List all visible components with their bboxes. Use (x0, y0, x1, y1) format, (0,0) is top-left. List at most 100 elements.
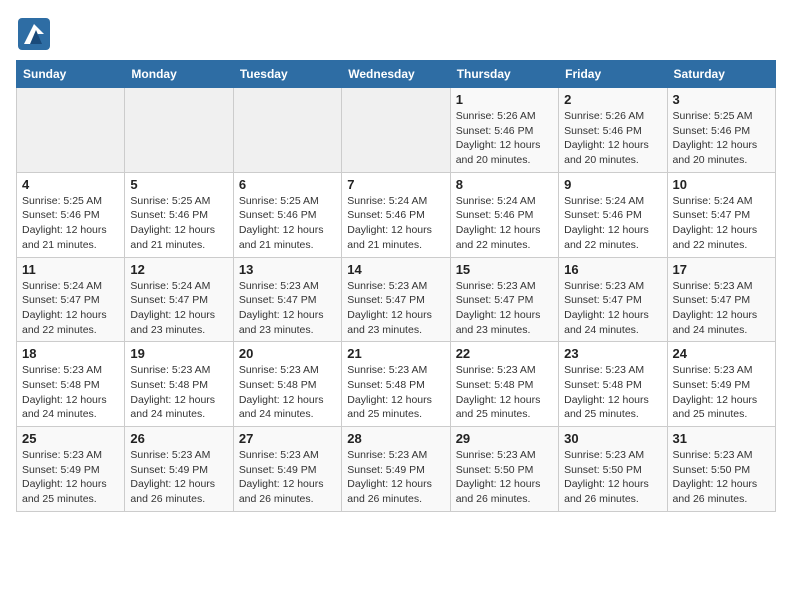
day-info: Sunrise: 5:24 AMSunset: 5:46 PMDaylight:… (564, 194, 661, 253)
day-info: Sunrise: 5:26 AMSunset: 5:46 PMDaylight:… (456, 109, 553, 168)
day-number: 10 (673, 177, 770, 192)
calendar-cell: 9 Sunrise: 5:24 AMSunset: 5:46 PMDaylight… (559, 172, 667, 257)
calendar-cell: 29Sunrise: 5:23 AMSunset: 5:50 PMDayligh… (450, 427, 558, 512)
day-info: Sunrise: 5:23 AMSunset: 5:48 PMDaylight:… (239, 363, 336, 422)
day-info: Sunrise: 5:23 AMSunset: 5:47 PMDaylight:… (564, 279, 661, 338)
calendar-cell (342, 88, 450, 173)
day-info: Sunrise: 5:23 AMSunset: 5:50 PMDaylight:… (456, 448, 553, 507)
day-info: Sunrise: 5:23 AMSunset: 5:49 PMDaylight:… (239, 448, 336, 507)
day-info: Sunrise: 5:25 AMSunset: 5:46 PMDaylight:… (22, 194, 119, 253)
day-info: Sunrise: 5:25 AMSunset: 5:46 PMDaylight:… (130, 194, 227, 253)
day-number: 25 (22, 431, 119, 446)
day-number: 7 (347, 177, 444, 192)
calendar-cell (233, 88, 341, 173)
calendar-cell: 25 Sunrise: 5:23 AMSunset: 5:49 PMDayligh… (17, 427, 125, 512)
calendar-cell: 31 Sunrise: 5:23 AMSunset: 5:50 PMDayligh… (667, 427, 775, 512)
calendar-cell (125, 88, 233, 173)
day-info: Sunrise: 5:23 AMSunset: 5:49 PMDaylight:… (22, 448, 119, 507)
day-info: Sunrise: 5:25 AMSunset: 5:46 PMDaylight:… (673, 109, 770, 168)
calendar-cell: 5 Sunrise: 5:25 AMSunset: 5:46 PMDaylight… (125, 172, 233, 257)
day-number: 8 (456, 177, 553, 192)
day-info: Sunrise: 5:23 AMSunset: 5:47 PMDaylight:… (347, 279, 444, 338)
day-info: Sunrise: 5:23 AMSunset: 5:48 PMDaylight:… (347, 363, 444, 422)
calendar-table: SundayMondayTuesdayWednesdayThursdayFrid… (16, 60, 776, 512)
day-info: Sunrise: 5:23 AMSunset: 5:50 PMDaylight:… (673, 448, 770, 507)
calendar-cell: 13 Sunrise: 5:23 AMSunset: 5:47 PMDayligh… (233, 257, 341, 342)
day-info: Sunrise: 5:24 AMSunset: 5:47 PMDaylight:… (22, 279, 119, 338)
calendar-cell: 1 Sunrise: 5:26 AMSunset: 5:46 PMDaylight… (450, 88, 558, 173)
day-info: Sunrise: 5:26 AMSunset: 5:46 PMDaylight:… (564, 109, 661, 168)
day-info: Sunrise: 5:23 AMSunset: 5:47 PMDaylight:… (673, 279, 770, 338)
day-number: 5 (130, 177, 227, 192)
calendar-cell: 21Sunrise: 5:23 AMSunset: 5:48 PMDayligh… (342, 342, 450, 427)
day-info: Sunrise: 5:23 AMSunset: 5:48 PMDaylight:… (130, 363, 227, 422)
day-number: 22 (456, 346, 553, 361)
day-number: 18 (22, 346, 119, 361)
logo (16, 16, 56, 52)
day-info: Sunrise: 5:24 AMSunset: 5:47 PMDaylight:… (673, 194, 770, 253)
day-info: Sunrise: 5:24 AMSunset: 5:46 PMDaylight:… (347, 194, 444, 253)
calendar-cell: 2 Sunrise: 5:26 AMSunset: 5:46 PMDaylight… (559, 88, 667, 173)
calendar-week-3: 11 Sunrise: 5:24 AMSunset: 5:47 PMDayligh… (17, 257, 776, 342)
calendar-cell (17, 88, 125, 173)
header-wednesday: Wednesday (342, 61, 450, 88)
calendar-cell: 27 Sunrise: 5:23 AMSunset: 5:49 PMDayligh… (233, 427, 341, 512)
calendar-header-row: SundayMondayTuesdayWednesdayThursdayFrid… (17, 61, 776, 88)
day-number: 9 (564, 177, 661, 192)
calendar-cell: 7 Sunrise: 5:24 AMSunset: 5:46 PMDaylight… (342, 172, 450, 257)
day-number: 26 (130, 431, 227, 446)
day-info: Sunrise: 5:23 AMSunset: 5:50 PMDaylight:… (564, 448, 661, 507)
day-number: 15 (456, 262, 553, 277)
day-number: 31 (673, 431, 770, 446)
header-sunday: Sunday (17, 61, 125, 88)
header-thursday: Thursday (450, 61, 558, 88)
day-number: 11 (22, 262, 119, 277)
day-number: 12 (130, 262, 227, 277)
day-number: 14 (347, 262, 444, 277)
day-number: 27 (239, 431, 336, 446)
day-info: Sunrise: 5:23 AMSunset: 5:48 PMDaylight:… (564, 363, 661, 422)
day-info: Sunrise: 5:24 AMSunset: 5:47 PMDaylight:… (130, 279, 227, 338)
day-info: Sunrise: 5:23 AMSunset: 5:48 PMDaylight:… (456, 363, 553, 422)
calendar-cell: 20Sunrise: 5:23 AMSunset: 5:48 PMDayligh… (233, 342, 341, 427)
day-number: 1 (456, 92, 553, 107)
day-number: 13 (239, 262, 336, 277)
header-monday: Monday (125, 61, 233, 88)
day-info: Sunrise: 5:25 AMSunset: 5:46 PMDaylight:… (239, 194, 336, 253)
logo-icon (16, 16, 52, 52)
header-friday: Friday (559, 61, 667, 88)
calendar-cell: 26 Sunrise: 5:23 AMSunset: 5:49 PMDayligh… (125, 427, 233, 512)
calendar-week-1: 1 Sunrise: 5:26 AMSunset: 5:46 PMDaylight… (17, 88, 776, 173)
calendar-cell: 12 Sunrise: 5:24 AMSunset: 5:47 PMDayligh… (125, 257, 233, 342)
day-info: Sunrise: 5:23 AMSunset: 5:49 PMDaylight:… (673, 363, 770, 422)
calendar-cell: 16 Sunrise: 5:23 AMSunset: 5:47 PMDayligh… (559, 257, 667, 342)
day-number: 6 (239, 177, 336, 192)
calendar-week-2: 4Sunrise: 5:25 AMSunset: 5:46 PMDaylight… (17, 172, 776, 257)
day-number: 2 (564, 92, 661, 107)
calendar-cell: 15 Sunrise: 5:23 AMSunset: 5:47 PMDayligh… (450, 257, 558, 342)
calendar-cell: 6 Sunrise: 5:25 AMSunset: 5:46 PMDaylight… (233, 172, 341, 257)
day-number: 17 (673, 262, 770, 277)
day-number: 19 (130, 346, 227, 361)
calendar-cell: 24 Sunrise: 5:23 AMSunset: 5:49 PMDayligh… (667, 342, 775, 427)
calendar-week-4: 18 Sunrise: 5:23 AMSunset: 5:48 PMDayligh… (17, 342, 776, 427)
calendar-cell: 14 Sunrise: 5:23 AMSunset: 5:47 PMDayligh… (342, 257, 450, 342)
day-info: Sunrise: 5:24 AMSunset: 5:46 PMDaylight:… (456, 194, 553, 253)
day-info: Sunrise: 5:23 AMSunset: 5:49 PMDaylight:… (347, 448, 444, 507)
calendar-cell: 17 Sunrise: 5:23 AMSunset: 5:47 PMDayligh… (667, 257, 775, 342)
day-info: Sunrise: 5:23 AMSunset: 5:48 PMDaylight:… (22, 363, 119, 422)
day-number: 28 (347, 431, 444, 446)
day-info: Sunrise: 5:23 AMSunset: 5:47 PMDaylight:… (456, 279, 553, 338)
calendar-cell: 22 Sunrise: 5:23 AMSunset: 5:48 PMDayligh… (450, 342, 558, 427)
day-number: 3 (673, 92, 770, 107)
day-number: 24 (673, 346, 770, 361)
calendar-cell: 18 Sunrise: 5:23 AMSunset: 5:48 PMDayligh… (17, 342, 125, 427)
calendar-cell: 19 Sunrise: 5:23 AMSunset: 5:48 PMDayligh… (125, 342, 233, 427)
day-info: Sunrise: 5:23 AMSunset: 5:49 PMDaylight:… (130, 448, 227, 507)
day-info: Sunrise: 5:23 AMSunset: 5:47 PMDaylight:… (239, 279, 336, 338)
day-number: 16 (564, 262, 661, 277)
calendar-cell: 23Sunrise: 5:23 AMSunset: 5:48 PMDayligh… (559, 342, 667, 427)
calendar-cell: 8 Sunrise: 5:24 AMSunset: 5:46 PMDaylight… (450, 172, 558, 257)
calendar-cell: 3 Sunrise: 5:25 AMSunset: 5:46 PMDaylight… (667, 88, 775, 173)
calendar-cell: 10 Sunrise: 5:24 AMSunset: 5:47 PMDayligh… (667, 172, 775, 257)
